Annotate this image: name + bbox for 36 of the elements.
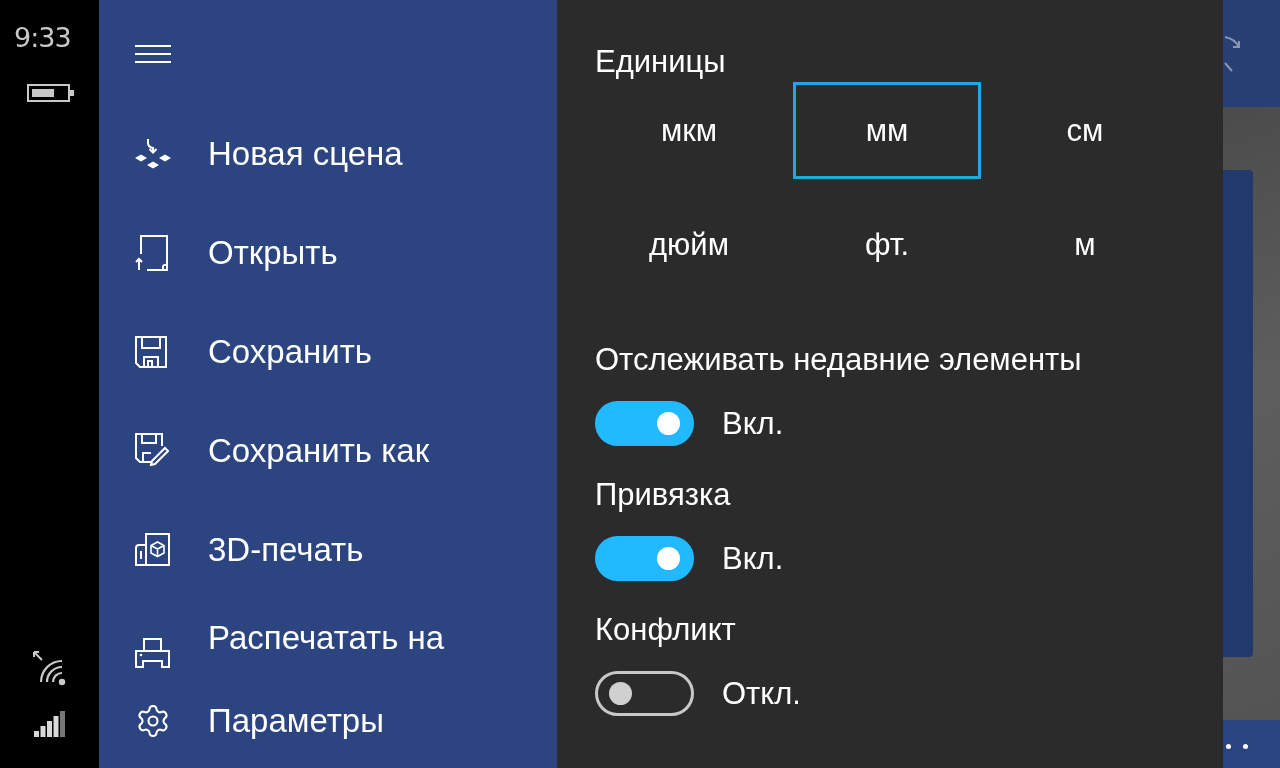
unit-option[interactable]: см (991, 82, 1179, 179)
arrow-icon (1223, 35, 1241, 72)
dots-icon[interactable] (1226, 744, 1248, 749)
setting-title: Отслеживать недавние элементы (595, 341, 1082, 379)
unit-option[interactable]: м (991, 196, 1179, 293)
printer-icon (135, 638, 170, 668)
printer-cube-icon (135, 533, 170, 566)
toggle-state-label: Вкл. (722, 404, 784, 443)
section-title: Единицы (595, 43, 726, 81)
unit-option[interactable]: дюйм (595, 196, 783, 293)
toggle-state-label: Вкл. (722, 539, 784, 578)
toggle-switch[interactable] (595, 536, 694, 581)
battery-icon (27, 84, 74, 102)
signal-icon (33, 711, 66, 737)
unit-option[interactable]: мкм (595, 82, 783, 179)
menu-item[interactable]: 3D-печать (99, 500, 557, 599)
wifi-icon (32, 651, 67, 686)
setting-title: Конфликт (595, 611, 736, 649)
menu-item[interactable]: Сохранить как (99, 401, 557, 500)
menu-item[interactable]: Открыть (99, 203, 557, 302)
menu-item[interactable]: Новая сцена (99, 104, 557, 203)
floppy-pencil-icon (135, 432, 169, 469)
toggle-switch[interactable] (595, 671, 694, 716)
unit-option[interactable]: фт. (793, 196, 981, 293)
toggle-state-label: Откл. (722, 674, 801, 713)
settings-icon (135, 703, 171, 739)
open-file-icon (135, 234, 168, 271)
scene-icon (135, 138, 171, 169)
setting-title: Привязка (595, 476, 731, 514)
menu-icon[interactable] (135, 45, 171, 63)
unit-option[interactable]: мм (793, 82, 981, 179)
menu-item[interactable]: Параметры (99, 674, 557, 768)
menu-item[interactable]: Сохранить (99, 302, 557, 401)
toggle-switch[interactable] (595, 401, 694, 446)
menu-item[interactable]: Распечатать на (99, 599, 557, 674)
clock-time: 9:33 (13, 22, 71, 54)
